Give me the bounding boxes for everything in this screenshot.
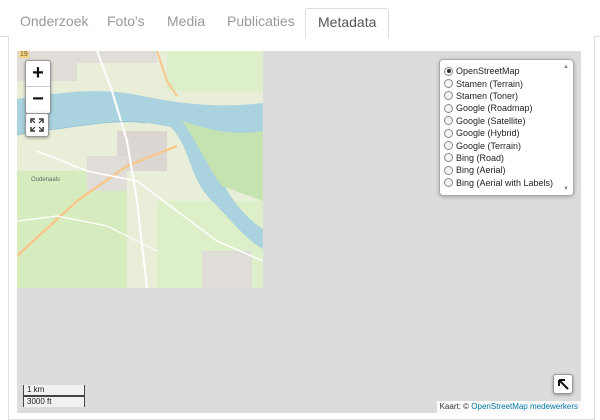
layer-radio[interactable] [444,141,453,151]
layer-radio[interactable] [444,91,453,101]
map-town-label: Oudenaals [31,177,61,183]
layer-option[interactable]: Google (Hybrid) [444,127,560,139]
layer-label: Stamen (Toner) [456,90,519,101]
fullscreen-icon [30,118,44,132]
layer-option[interactable]: Google (Terrain) [444,139,560,151]
layer-option[interactable]: OpenStreetMap [444,65,560,77]
layer-scrollbar[interactable]: ▲ ▼ [562,64,571,192]
layer-radio[interactable] [444,116,453,126]
scroll-up-icon[interactable]: ▲ [563,64,569,70]
tab-publicaties[interactable]: Publicaties [215,8,307,37]
scale-metric: 1 km [23,385,85,396]
overview-toggle-button[interactable] [553,374,573,394]
layer-label: OpenStreetMap [456,66,520,77]
map-viewport[interactable]: 19 Oudenaals + − OpenStreetMap Stamen (Te… [17,51,581,413]
layer-option[interactable]: Stamen (Terrain) [444,77,560,89]
layer-option[interactable]: Stamen (Toner) [444,90,560,102]
layer-radio[interactable] [444,128,453,138]
layer-option[interactable]: Bing (Road) [444,152,560,164]
layer-radio[interactable] [444,178,453,188]
arrow-up-left-icon [558,379,569,390]
layer-option[interactable]: Google (Satellite) [444,115,560,127]
layer-radio[interactable] [444,66,453,76]
layer-label: Google (Hybrid) [456,128,520,139]
layer-radio[interactable] [444,103,453,113]
layer-label: Google (Roadmap) [456,103,533,114]
zoom-control: + − [25,60,51,114]
fullscreen-button[interactable] [25,113,49,137]
layer-label: Bing (Aerial with Labels) [456,177,554,188]
map-attribution: Kaart: © OpenStreetMap medewerkers [436,401,581,413]
scale-imperial: 3000 ft [23,396,85,407]
zoom-out-button[interactable]: − [26,87,50,113]
tab-bar: Onderzoek Foto's Media Publicaties Metad… [0,0,600,38]
attribution-prefix: Kaart: © [439,402,470,411]
layer-option[interactable]: Google (Roadmap) [444,102,560,114]
layer-label: Google (Satellite) [456,115,526,126]
tab-onderzoek[interactable]: Onderzoek [8,8,100,37]
attribution-link[interactable]: OpenStreetMap medewerkers [471,402,578,411]
scroll-down-icon[interactable]: ▼ [563,186,569,192]
tab-fotos[interactable]: Foto's [95,8,157,37]
layer-label: Bing (Aerial) [456,165,506,176]
layer-list: OpenStreetMap Stamen (Terrain) Stamen (Ton… [444,65,560,189]
layer-label: Google (Terrain) [456,140,522,151]
tab-metadata[interactable]: Metadata [305,8,390,38]
zoom-in-button[interactable]: + [26,61,50,87]
tab-media[interactable]: Media [155,8,217,37]
layer-switcher: OpenStreetMap Stamen (Terrain) Stamen (Ton… [439,59,574,196]
layer-option[interactable]: Bing (Aerial with Labels) [444,177,560,189]
layer-label: Bing (Road) [456,152,505,163]
layer-option[interactable]: Bing (Aerial) [444,164,560,176]
map-route-label: 19 [19,51,29,58]
scale-bar: 1 km 3000 ft [23,385,85,407]
layer-label: Stamen (Terrain) [456,78,524,89]
layer-radio[interactable] [444,79,453,89]
map-tile: 19 Oudenaals [17,51,263,288]
layer-radio[interactable] [444,153,453,163]
layer-radio[interactable] [444,165,453,175]
